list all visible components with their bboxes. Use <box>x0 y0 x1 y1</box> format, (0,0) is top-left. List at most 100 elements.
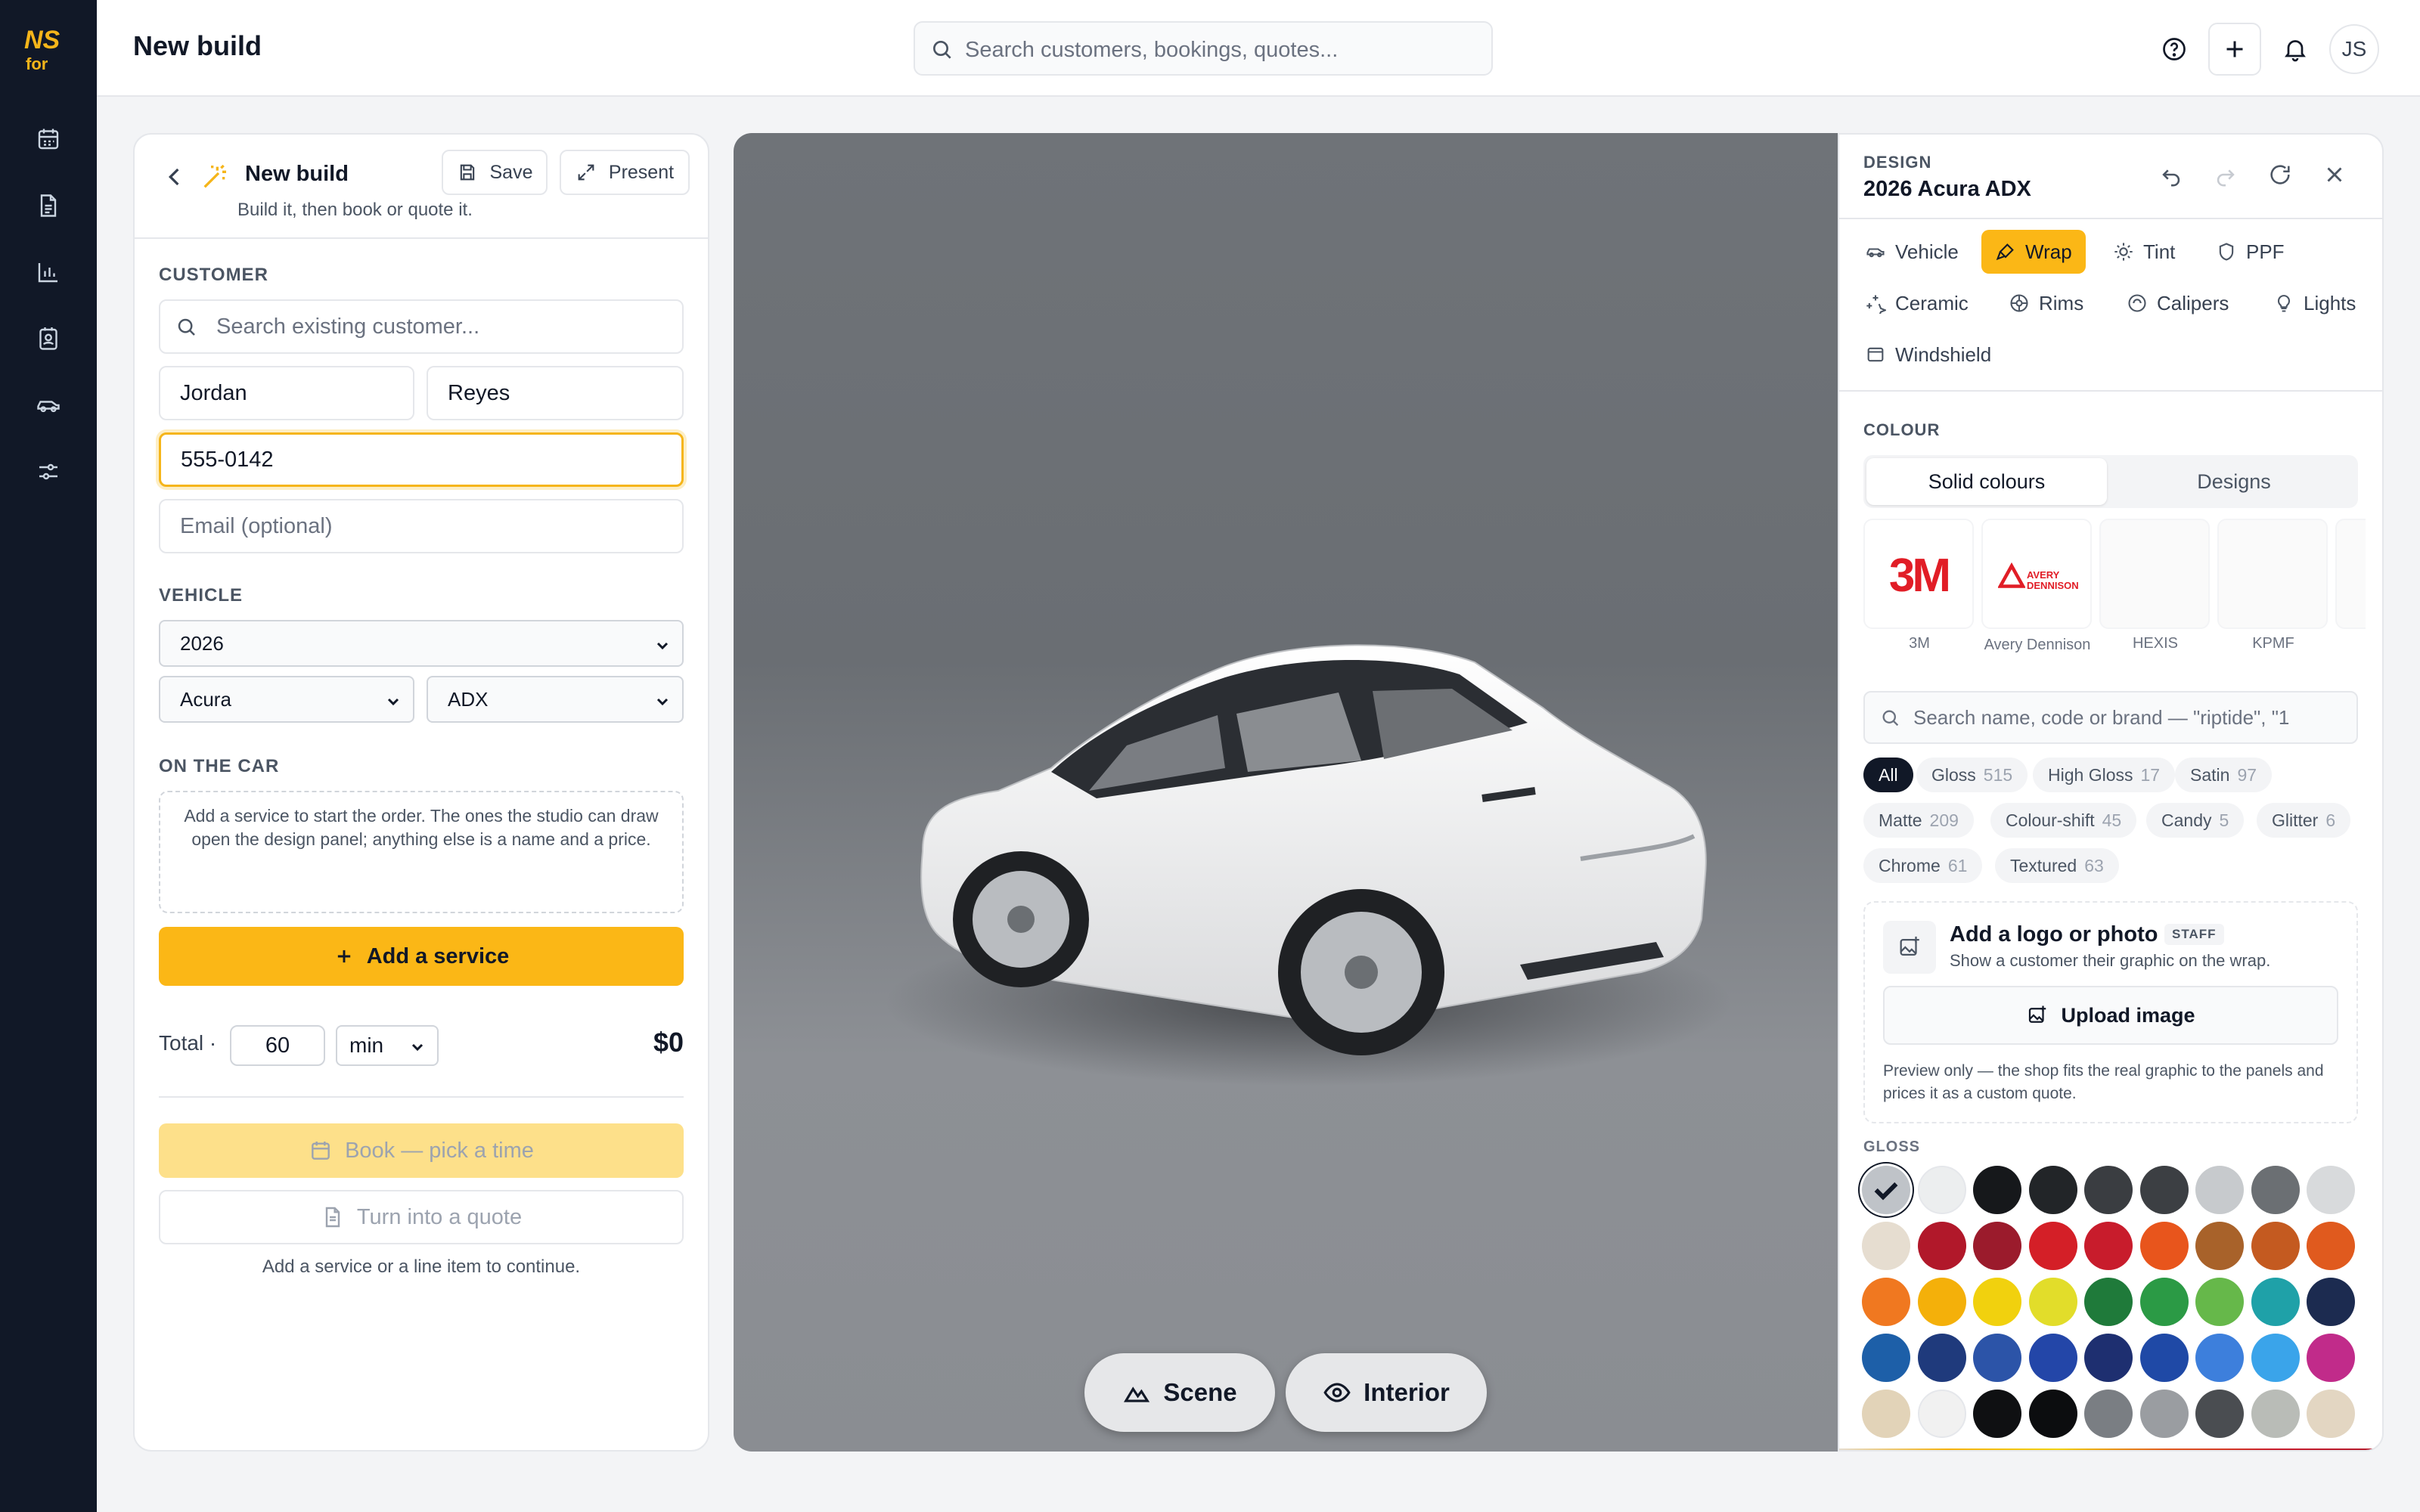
swatch-selected[interactable] <box>1862 1166 1910 1214</box>
redo-icon[interactable] <box>2213 162 2238 187</box>
colour-swatch[interactable] <box>2139 1390 2189 1438</box>
colour-swatch[interactable] <box>1973 1390 2021 1438</box>
duration-input[interactable]: 60 <box>230 1025 325 1066</box>
colour-search-input[interactable]: Search name, code or brand — "riptide", … <box>1863 691 2358 744</box>
colour-swatch[interactable] <box>2084 1278 2133 1326</box>
colour-swatch[interactable] <box>1917 1278 1966 1326</box>
car-viewer[interactable]: Scene Interior <box>734 133 1839 1452</box>
colour-swatch[interactable] <box>2139 1334 2189 1382</box>
add-service-button[interactable]: Add a service <box>159 927 684 986</box>
colour-swatch[interactable] <box>2139 1166 2189 1214</box>
filter-chip-satin[interactable]: Satin 97 <box>2175 758 2273 792</box>
colour-swatch[interactable] <box>1917 1222 1966 1270</box>
colour-swatch[interactable] <box>2195 1222 2244 1270</box>
notifications-button[interactable] <box>2269 23 2322 76</box>
colour-swatch[interactable] <box>2028 1278 2077 1326</box>
tab-designs[interactable]: Designs <box>2113 458 2355 505</box>
colour-swatch[interactable] <box>1917 1334 1966 1382</box>
colour-swatch[interactable] <box>2084 1390 2133 1438</box>
create-button[interactable] <box>2208 23 2261 76</box>
customer-search-input[interactable]: Search existing customer... <box>159 299 684 354</box>
colour-swatch[interactable] <box>2195 1390 2244 1438</box>
reset-icon[interactable] <box>2267 162 2293 187</box>
filter-chip-gloss[interactable]: Gloss 515 <box>1916 758 2028 792</box>
colour-swatch[interactable] <box>2251 1390 2300 1438</box>
back-button[interactable] <box>160 162 191 192</box>
colour-swatch[interactable] <box>1973 1278 2021 1326</box>
last-name-field[interactable]: Reyes <box>427 366 684 420</box>
filter-chip-high-gloss[interactable]: High Gloss 17 <box>2033 758 2176 792</box>
app-logo[interactable]: NS for <box>23 23 74 74</box>
tab-ppf[interactable]: PPF <box>2202 230 2298 274</box>
colour-swatch[interactable] <box>1862 1334 1910 1382</box>
tab-ceramic[interactable]: Ceramic <box>1851 281 1982 325</box>
car-icon[interactable] <box>30 387 67 423</box>
tab-vehicle[interactable]: Vehicle <box>1851 230 1972 274</box>
colour-swatch[interactable] <box>2251 1166 2300 1214</box>
contacts-icon[interactable] <box>30 321 67 357</box>
colour-swatch[interactable] <box>2139 1278 2189 1326</box>
sliders-icon[interactable] <box>30 454 67 490</box>
undo-icon[interactable] <box>2158 162 2184 187</box>
colour-swatch[interactable] <box>1862 1222 1910 1270</box>
colour-swatch[interactable] <box>2251 1278 2300 1326</box>
colour-swatch[interactable] <box>2307 1222 2355 1270</box>
colour-swatch[interactable] <box>2139 1222 2189 1270</box>
help-button[interactable] <box>2148 23 2201 76</box>
colour-swatch[interactable] <box>1917 1390 1966 1438</box>
colour-swatch[interactable] <box>1862 1390 1910 1438</box>
brand-avery-dennison[interactable]: AVERY DENNISON <box>1981 519 2092 629</box>
duration-unit-select[interactable]: min <box>336 1025 439 1066</box>
filter-chip-matte[interactable]: Matte 209 <box>1863 803 1974 838</box>
colour-swatch[interactable] <box>2084 1334 2133 1382</box>
colour-swatch[interactable] <box>2307 1166 2355 1214</box>
save-button[interactable]: Save <box>442 150 548 195</box>
filter-chip-glitter[interactable]: Glitter 6 <box>2257 803 2351 838</box>
colour-swatch[interactable] <box>2307 1390 2355 1438</box>
colour-swatch[interactable] <box>2028 1390 2077 1438</box>
tab-tint[interactable]: Tint <box>2099 230 2189 274</box>
user-avatar[interactable]: JS <box>2329 24 2379 74</box>
colour-swatch[interactable] <box>2084 1222 2133 1270</box>
filter-chip-chrome[interactable]: Chrome 61 <box>1863 848 1983 883</box>
colour-swatch[interactable] <box>2028 1166 2077 1214</box>
brand-hexis[interactable] <box>2099 519 2210 629</box>
filter-chip-all[interactable]: All <box>1863 758 1913 792</box>
colour-swatch[interactable] <box>2307 1278 2355 1326</box>
calendar-icon[interactable] <box>30 121 67 157</box>
model-select[interactable]: ADX <box>427 676 684 723</box>
filter-chip-textured[interactable]: Textured 63 <box>1995 848 2119 883</box>
book-button[interactable]: Book — pick a time <box>159 1123 684 1178</box>
colour-swatch[interactable] <box>2195 1334 2244 1382</box>
quote-button[interactable]: Turn into a quote <box>159 1190 684 1244</box>
tab-rims[interactable]: Rims <box>1995 281 2097 325</box>
upload-image-button[interactable]: Upload image <box>1883 986 2338 1045</box>
colour-swatch[interactable] <box>2307 1334 2355 1382</box>
brand-3m[interactable]: 3M <box>1863 519 1974 629</box>
document-icon[interactable] <box>30 187 67 224</box>
colour-swatch[interactable] <box>2195 1166 2244 1214</box>
colour-swatch[interactable] <box>2028 1334 2077 1382</box>
brand-kpmf[interactable] <box>2217 519 2328 629</box>
global-search-input[interactable]: Search customers, bookings, quotes... <box>914 21 1493 76</box>
colour-swatch[interactable] <box>1862 1278 1910 1326</box>
colour-swatch[interactable] <box>2195 1278 2244 1326</box>
tab-solid-colours[interactable]: Solid colours <box>1866 458 2107 505</box>
interior-button[interactable]: Interior <box>1286 1353 1487 1432</box>
colour-swatch[interactable] <box>1973 1222 2021 1270</box>
close-icon[interactable] <box>2322 162 2347 187</box>
tab-lights[interactable]: Lights <box>2260 281 2369 325</box>
tab-wrap[interactable]: Wrap <box>1981 230 2086 274</box>
year-select[interactable]: 2026 <box>159 620 684 667</box>
colour-swatch[interactable] <box>2028 1222 2077 1270</box>
present-button[interactable]: Present <box>560 150 690 195</box>
email-field[interactable]: Email (optional) <box>159 499 684 553</box>
first-name-field[interactable]: Jordan <box>159 366 414 420</box>
brand-next-partial[interactable] <box>2335 519 2366 629</box>
filter-chip-candy[interactable]: Candy 5 <box>2146 803 2245 838</box>
phone-field[interactable]: 555-0142 <box>159 432 684 487</box>
colour-swatch[interactable] <box>2251 1222 2300 1270</box>
colour-swatch[interactable] <box>1917 1166 1966 1214</box>
colour-swatch[interactable] <box>2251 1334 2300 1382</box>
make-select[interactable]: Acura <box>159 676 414 723</box>
